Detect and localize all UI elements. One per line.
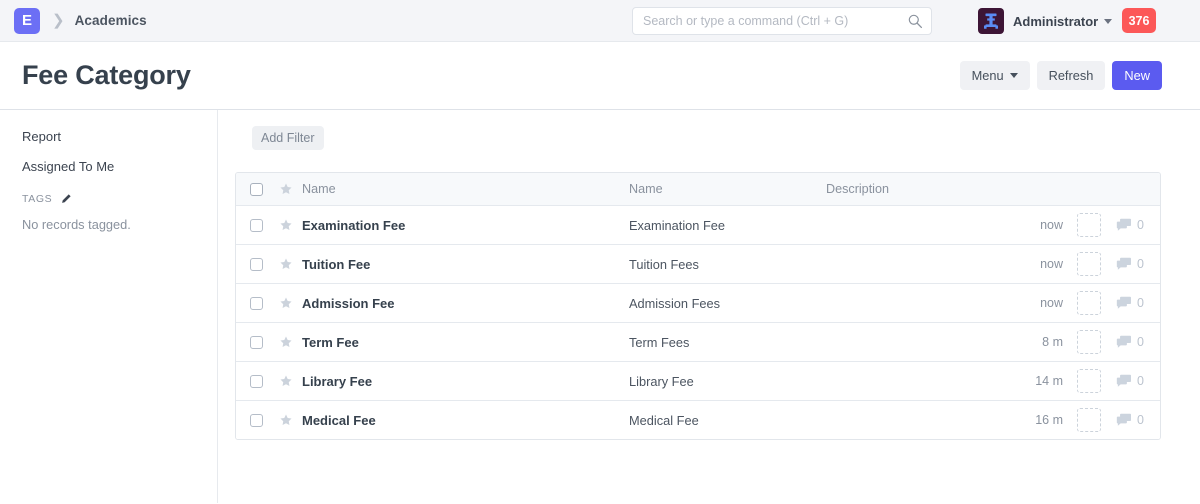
star-icon[interactable] xyxy=(279,335,293,349)
row-subject-link[interactable]: Admission Fee xyxy=(293,296,629,311)
filter-area: Add Filter xyxy=(235,126,1161,172)
tags-section-header: TAGS xyxy=(22,193,217,205)
comment-icon xyxy=(1116,257,1131,270)
search-input[interactable] xyxy=(632,7,932,35)
row-assignee-avatar-placeholder[interactable] xyxy=(1077,252,1101,276)
table-header-row: Name Name Description xyxy=(236,173,1160,205)
menu-button-label: Menu xyxy=(971,68,1004,83)
row-name-cell: Medical Fee xyxy=(629,412,699,428)
row-name-cell: Library Fee xyxy=(629,373,694,389)
user-name-label: Administrator xyxy=(1013,13,1099,29)
row-modified-time: now xyxy=(1040,257,1063,271)
menu-button[interactable]: Menu xyxy=(959,61,1030,90)
comment-count-label: 0 xyxy=(1137,413,1144,427)
table-row[interactable]: Tuition Fee Tuition Fees now 0 xyxy=(236,244,1160,283)
row-checkbox[interactable] xyxy=(250,296,263,310)
sidebar-item-report[interactable]: Report xyxy=(22,130,217,143)
row-name-cell: Term Fees xyxy=(629,334,690,350)
star-icon[interactable] xyxy=(279,413,293,427)
row-name-cell: Admission Fees xyxy=(629,295,721,311)
row-assignee-avatar-placeholder[interactable] xyxy=(1077,330,1101,354)
row-modified-time: 16 m xyxy=(1035,413,1063,427)
page-title: Fee Category xyxy=(22,60,191,90)
row-comments[interactable]: 0 xyxy=(1116,257,1150,271)
table-body: Examination Fee Examination Fee now 0 Tu… xyxy=(236,205,1160,439)
star-icon[interactable] xyxy=(279,218,293,232)
star-icon[interactable] xyxy=(279,182,293,196)
select-all-checkbox[interactable] xyxy=(250,182,263,196)
row-subject-link[interactable]: Examination Fee xyxy=(293,218,629,233)
comment-icon xyxy=(1116,413,1131,426)
row-checkbox[interactable] xyxy=(250,218,263,232)
row-modified-time: 14 m xyxy=(1035,374,1063,388)
row-subject-link[interactable]: Tuition Fee xyxy=(293,257,629,272)
comment-count-label: 0 xyxy=(1137,335,1144,349)
add-filter-button[interactable]: Add Filter xyxy=(252,126,324,150)
column-header-name[interactable]: Name xyxy=(629,182,826,196)
table-row[interactable]: Library Fee Library Fee 14 m 0 xyxy=(236,361,1160,400)
list-table: Name Name Description Examination Fee Ex… xyxy=(235,172,1161,440)
row-name-cell: Examination Fee xyxy=(629,217,726,233)
comment-count-label: 0 xyxy=(1137,374,1144,388)
row-modified-time: now xyxy=(1040,296,1063,310)
column-header-subject[interactable]: Name xyxy=(293,182,629,196)
new-button[interactable]: New xyxy=(1112,61,1162,90)
sidebar-item-assigned-to-me[interactable]: Assigned To Me xyxy=(22,160,217,173)
comment-count-label: 0 xyxy=(1137,296,1144,310)
row-subject-link[interactable]: Medical Fee xyxy=(293,413,629,428)
app-logo-icon[interactable]: E xyxy=(14,7,40,34)
chevron-down-icon xyxy=(1009,73,1018,78)
comment-count-label: 0 xyxy=(1137,218,1144,232)
comment-icon xyxy=(1116,296,1131,309)
refresh-button[interactable]: Refresh xyxy=(1036,61,1106,90)
row-assignee-avatar-placeholder[interactable] xyxy=(1077,291,1101,315)
tags-label: TAGS xyxy=(22,193,53,205)
row-name-cell: Tuition Fees xyxy=(629,256,699,272)
pencil-icon[interactable] xyxy=(60,193,72,205)
row-checkbox[interactable] xyxy=(250,335,263,349)
comment-icon xyxy=(1116,335,1131,348)
row-subject-link[interactable]: Library Fee xyxy=(293,374,629,389)
row-checkbox[interactable] xyxy=(250,374,263,388)
list-content: Add Filter Name Name Description Examina… xyxy=(218,110,1200,503)
page-titlebar: Fee Category Menu Refresh New xyxy=(0,42,1200,110)
search-container xyxy=(632,7,932,35)
user-menu[interactable]: Administrator xyxy=(978,0,1113,42)
comment-count-label: 0 xyxy=(1137,257,1144,271)
comment-icon xyxy=(1116,218,1131,231)
row-modified-time: now xyxy=(1040,218,1063,232)
column-header-description[interactable]: Description xyxy=(826,182,1150,196)
user-avatar-icon[interactable] xyxy=(978,8,1004,34)
row-assignee-avatar-placeholder[interactable] xyxy=(1077,369,1101,393)
row-modified-time: 8 m xyxy=(1042,335,1063,349)
star-icon[interactable] xyxy=(279,374,293,388)
comment-icon xyxy=(1116,374,1131,387)
table-row[interactable]: Term Fee Term Fees 8 m 0 xyxy=(236,322,1160,361)
row-subject-link[interactable]: Term Fee xyxy=(293,335,629,350)
row-comments[interactable]: 0 xyxy=(1116,374,1150,388)
tags-empty-text: No records tagged. xyxy=(22,217,131,232)
top-navbar: E ❯ Academics Administrator 376 xyxy=(0,0,1200,42)
row-checkbox[interactable] xyxy=(250,413,263,427)
chevron-down-icon xyxy=(1104,18,1113,24)
star-icon[interactable] xyxy=(279,296,293,310)
star-icon[interactable] xyxy=(279,257,293,271)
row-checkbox[interactable] xyxy=(250,257,263,271)
row-assignee-avatar-placeholder[interactable] xyxy=(1077,408,1101,432)
row-comments[interactable]: 0 xyxy=(1116,218,1150,232)
row-comments[interactable]: 0 xyxy=(1116,335,1150,349)
page-actions: Menu Refresh New xyxy=(959,61,1162,90)
table-row[interactable]: Examination Fee Examination Fee now 0 xyxy=(236,205,1160,244)
breadcrumb[interactable]: Academics xyxy=(75,13,147,28)
page-body: Report Assigned To Me TAGS No records ta… xyxy=(0,110,1200,503)
chevron-right-icon: ❯ xyxy=(52,12,65,29)
row-comments[interactable]: 0 xyxy=(1116,296,1150,310)
table-row[interactable]: Medical Fee Medical Fee 16 m 0 xyxy=(236,400,1160,439)
sidebar: Report Assigned To Me TAGS No records ta… xyxy=(0,110,218,503)
table-row[interactable]: Admission Fee Admission Fees now 0 xyxy=(236,283,1160,322)
row-comments[interactable]: 0 xyxy=(1116,413,1150,427)
notification-badge[interactable]: 376 xyxy=(1122,8,1156,33)
row-assignee-avatar-placeholder[interactable] xyxy=(1077,213,1101,237)
